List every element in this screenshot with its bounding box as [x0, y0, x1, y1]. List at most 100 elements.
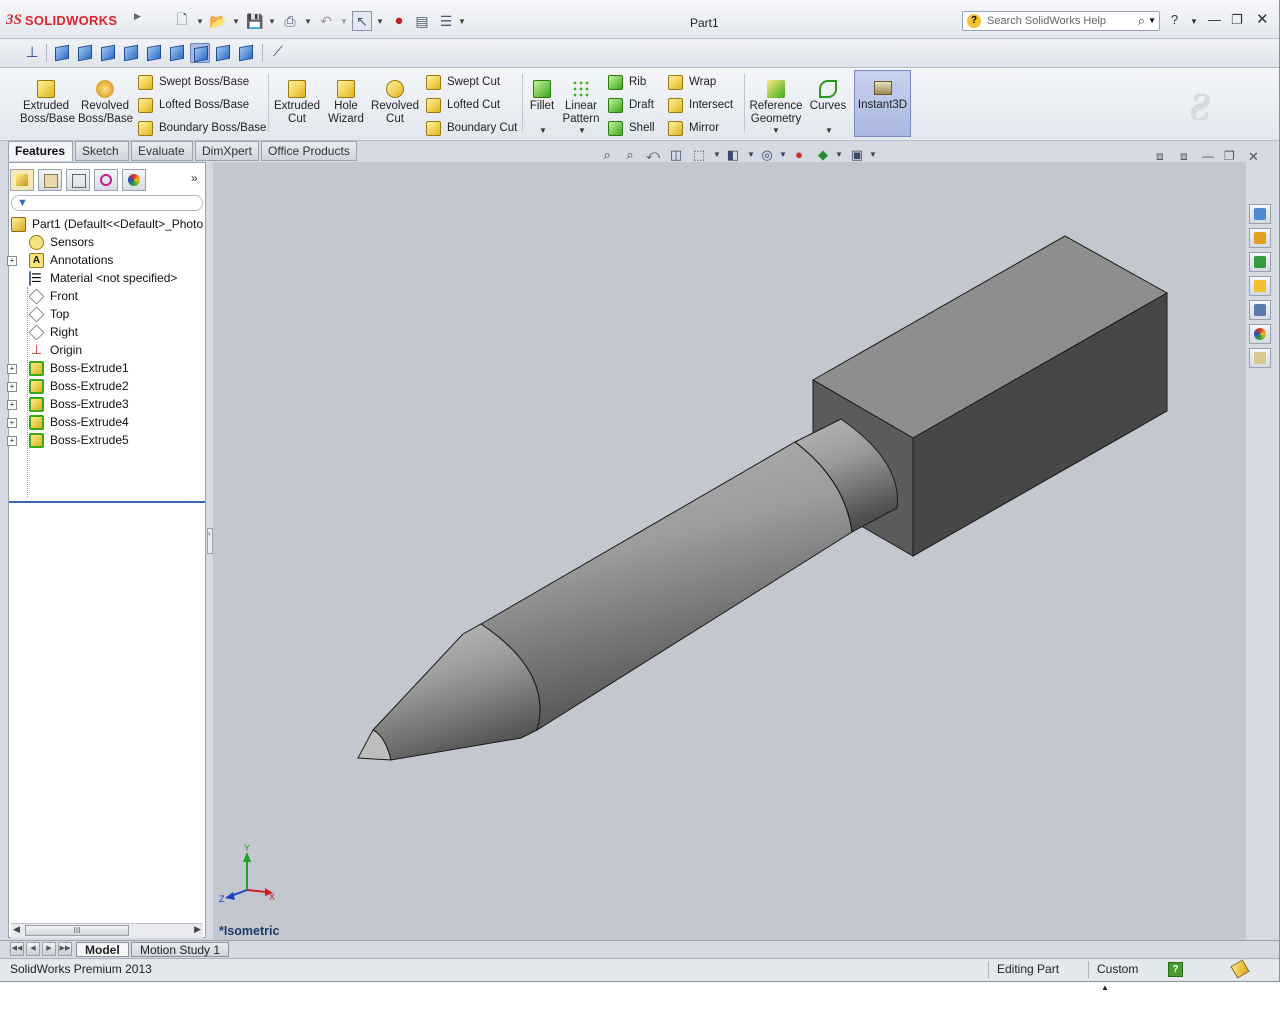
help-icon[interactable]: ? — [1171, 12, 1178, 27]
viewport-close-icon[interactable]: ✕ — [1248, 149, 1259, 165]
tree-item[interactable]: + Boss-Extrude4 — [7, 413, 129, 431]
curves-button[interactable]: Curves — [808, 76, 848, 113]
wrap-button[interactable]: Wrap — [668, 73, 716, 91]
tree-item[interactable]: + Boss-Extrude2 — [7, 377, 129, 395]
tab-dimxpert[interactable]: DimXpert — [195, 141, 259, 161]
normal-to-icon[interactable]: ⊥ — [22, 43, 42, 63]
mirror-button[interactable]: Mirror — [668, 119, 719, 137]
tree-item[interactable]: + Boss-Extrude5 — [7, 431, 129, 449]
tree-item[interactable]: Front — [28, 287, 78, 305]
tree-item[interactable]: + Boss-Extrude3 — [7, 395, 129, 413]
shell-button[interactable]: Shell — [608, 119, 655, 137]
quick-tips-icon[interactable]: ? — [1168, 962, 1183, 977]
save-icon[interactable]: 💾 — [245, 11, 265, 31]
restore-icon[interactable]: ❐ — [1231, 12, 1243, 28]
tab-features[interactable]: Features — [8, 141, 73, 161]
lofted-cut-button[interactable]: Lofted Cut — [426, 96, 500, 114]
options-icon[interactable]: ☰ — [436, 11, 456, 31]
intersect-button[interactable]: Intersect — [668, 96, 733, 114]
prev-tab-icon[interactable]: ◀ — [26, 942, 40, 956]
tree-root-part[interactable]: Part1 (Default<<Default>_Photo — [11, 215, 203, 233]
first-tab-icon[interactable]: ◀◀ — [10, 942, 24, 956]
file-properties-icon[interactable]: ▤ — [412, 11, 432, 31]
extruded-boss-button[interactable]: Extruded Boss/Base — [20, 76, 75, 126]
fillet-dropdown-icon[interactable]: ▼ — [539, 126, 547, 135]
rebuild-traffic-light-icon[interactable]: ⚫ — [389, 11, 409, 31]
select-pointer-icon[interactable]: ↖ — [352, 11, 372, 31]
expand-icon[interactable]: + — [7, 418, 17, 428]
expand-icon[interactable]: + — [7, 382, 17, 392]
revolved-cut-button[interactable]: Revolved Cut — [370, 76, 420, 126]
reference-geometry-button[interactable]: Reference Geometry — [748, 76, 804, 126]
tab-model[interactable]: Model — [76, 942, 129, 957]
expand-icon[interactable]: + — [7, 364, 17, 374]
trimetric-view-icon[interactable] — [213, 43, 233, 63]
custom-properties-tab[interactable] — [1249, 348, 1271, 368]
pane-horizontal-scrollbar[interactable]: ◀ III ▶ — [11, 923, 203, 938]
search-icon[interactable]: ⌕ — [1138, 13, 1145, 29]
open-dropdown-icon[interactable]: ▼ — [232, 17, 240, 26]
expand-icon[interactable]: + — [7, 256, 17, 266]
viewport-minimize-icon[interactable]: — — [1202, 149, 1214, 163]
last-tab-icon[interactable]: ▶▶ — [58, 942, 72, 956]
boundary-cut-button[interactable]: Boundary Cut — [426, 119, 517, 137]
reference-dropdown-icon[interactable]: ▼ — [772, 126, 780, 135]
draft-button[interactable]: Draft — [608, 96, 654, 114]
tree-item[interactable]: Top — [28, 305, 69, 323]
options-dropdown-icon[interactable]: ▼ — [458, 17, 466, 26]
configurationmanager-tab[interactable] — [66, 169, 90, 191]
view-palette-tab[interactable] — [1249, 300, 1271, 320]
select-dropdown-icon[interactable]: ▼ — [376, 17, 384, 26]
search-dropdown-icon[interactable]: ▼ — [1148, 16, 1156, 25]
next-tab-icon[interactable]: ▶ — [42, 942, 56, 956]
rib-button[interactable]: Rib — [608, 73, 646, 91]
back-view-icon[interactable] — [75, 43, 95, 63]
tab-motion-study[interactable]: Motion Study 1 — [131, 942, 230, 957]
open-folder-icon[interactable]: 📂 — [208, 11, 228, 31]
pattern-dropdown-icon[interactable]: ▼ — [578, 126, 586, 135]
swept-cut-button[interactable]: Swept Cut — [426, 73, 500, 91]
undo-dropdown-icon[interactable]: ▼ — [340, 17, 348, 26]
print-icon[interactable]: ⎙ — [280, 11, 300, 31]
units-selector[interactable]: Custom ▲ — [1088, 961, 1153, 992]
lofted-boss-button[interactable]: Lofted Boss/Base — [138, 96, 249, 114]
viewport-restore-icon[interactable]: ❐ — [1224, 149, 1235, 163]
undo-icon[interactable]: ↶ — [316, 11, 336, 31]
tree-item[interactable]: Sensors — [29, 233, 94, 251]
curves-dropdown-icon[interactable]: ▼ — [825, 126, 833, 135]
file-explorer-tab[interactable] — [1249, 276, 1271, 296]
close-icon[interactable]: ✕ — [1256, 10, 1269, 28]
model-viewport[interactable]: Y X Z — [213, 162, 1246, 940]
scroll-right-icon[interactable]: ▶ — [194, 924, 201, 935]
save-dropdown-icon[interactable]: ▼ — [268, 17, 276, 26]
rollback-bar[interactable] — [9, 501, 205, 503]
scroll-left-icon[interactable]: ◀ — [13, 924, 20, 935]
graphics-area[interactable]: Y X Z *Isometric — [213, 162, 1246, 940]
home-tab[interactable] — [1249, 228, 1271, 248]
tags-icon[interactable] — [1230, 959, 1250, 979]
appearances-tab[interactable] — [1249, 324, 1271, 344]
dimetric-view-icon[interactable] — [236, 43, 256, 63]
new-document-icon[interactable]: 🗋 — [172, 11, 192, 31]
boundary-boss-button[interactable]: Boundary Boss/Base — [138, 119, 266, 137]
print-dropdown-icon[interactable]: ▼ — [304, 17, 312, 26]
menu-expand-icon[interactable]: ▶ — [134, 11, 142, 29]
solidworks-resources-tab[interactable] — [1249, 204, 1271, 224]
extruded-cut-button[interactable]: Extruded Cut — [272, 76, 322, 126]
dimxpertmanager-tab[interactable] — [94, 169, 118, 191]
linear-pattern-button[interactable]: Linear Pattern — [560, 76, 602, 126]
tree-item[interactable]: + Boss-Extrude1 — [7, 359, 129, 377]
displaymanager-tab[interactable] — [122, 169, 146, 191]
design-library-tab[interactable] — [1249, 252, 1271, 272]
expand-icon[interactable]: + — [7, 400, 17, 410]
featuremanager-tab[interactable] — [10, 169, 34, 191]
hole-wizard-button[interactable]: Hole Wizard — [326, 76, 366, 126]
instant3d-button[interactable]: Instant3D — [854, 70, 911, 137]
tree-item[interactable]: ☰ Material <not specified> — [29, 269, 177, 287]
tab-evaluate[interactable]: Evaluate — [131, 141, 193, 161]
top-view-icon[interactable] — [144, 43, 164, 63]
tab-office-products[interactable]: Office Products — [261, 141, 357, 161]
propertymanager-tab[interactable] — [38, 169, 62, 191]
new-dropdown-icon[interactable]: ▼ — [196, 17, 204, 26]
link-views-icon[interactable]: ⟋ — [268, 43, 288, 63]
